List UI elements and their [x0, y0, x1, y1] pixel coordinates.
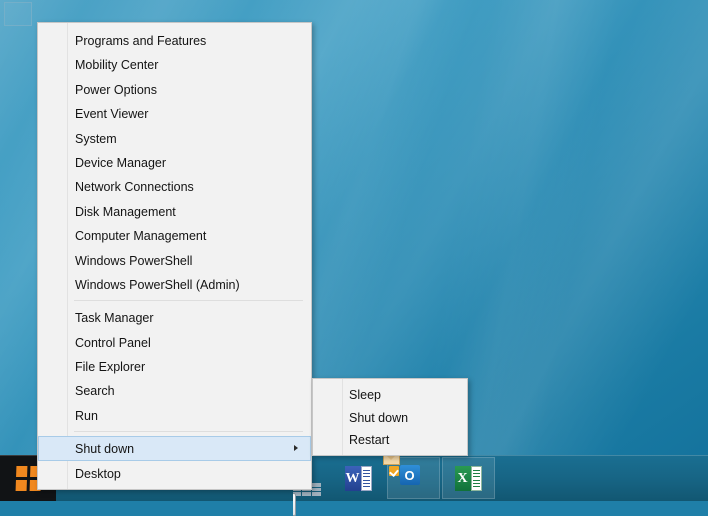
- menu-item-label: Desktop: [75, 466, 121, 481]
- menu-item-windows-powershell-admin[interactable]: Windows PowerShell (Admin): [38, 272, 311, 296]
- menu-item-label: Windows PowerShell (Admin): [75, 277, 240, 292]
- menu-item-label: Event Viewer: [75, 107, 149, 122]
- menu-item-mobility-center[interactable]: Mobility Center: [38, 52, 311, 76]
- menu-item-windows-powershell[interactable]: Windows PowerShell: [38, 248, 311, 272]
- submenu-item-label: Sleep: [349, 388, 381, 402]
- menu-item-programs-and-features[interactable]: Programs and Features: [38, 28, 311, 52]
- menu-item-system[interactable]: System: [38, 126, 311, 150]
- submenu-item-label: Shut down: [349, 410, 409, 425]
- menu-item-desktop[interactable]: Desktop: [38, 461, 311, 485]
- menu-item-label: Windows PowerShell: [75, 253, 193, 268]
- power-user-menu[interactable]: Programs and Features Mobility Center Po…: [37, 22, 312, 491]
- menu-item-power-options[interactable]: Power Options: [38, 77, 311, 101]
- submenu-item-label: Restart: [349, 433, 390, 447]
- menu-item-label: Device Manager: [75, 155, 167, 170]
- menu-item-label: Shut down: [75, 442, 135, 457]
- menu-item-shut-down[interactable]: Shut down: [38, 436, 311, 461]
- menu-item-control-panel[interactable]: Control Panel: [38, 330, 311, 354]
- menu-item-label: Programs and Features: [75, 34, 207, 48]
- menu-item-label: File Explorer: [75, 360, 146, 375]
- menu-separator: [74, 300, 303, 302]
- menu-item-label: Mobility Center: [75, 58, 159, 73]
- menu-item-search[interactable]: Search: [38, 378, 311, 402]
- desktop-item-outline[interactable]: [4, 2, 32, 26]
- menu-separator: [74, 431, 303, 433]
- menu-item-label: Power Options: [75, 82, 157, 97]
- menu-item-task-manager[interactable]: Task Manager: [38, 305, 311, 329]
- menu-item-label: Search: [75, 384, 115, 399]
- menu-item-label: Run: [75, 408, 98, 423]
- menu-item-label: System: [75, 131, 117, 146]
- word-icon: W: [344, 464, 373, 492]
- menu-item-file-explorer[interactable]: File Explorer: [38, 354, 311, 378]
- submenu-item-sleep[interactable]: Sleep: [313, 384, 467, 407]
- menu-item-label: Control Panel: [75, 335, 151, 350]
- taskbar-excel-button[interactable]: X: [442, 457, 495, 499]
- menu-item-label: Computer Management: [75, 229, 207, 244]
- menu-item-label: Network Connections: [75, 180, 194, 195]
- shut-down-submenu[interactable]: Sleep Shut down Restart: [312, 378, 468, 456]
- excel-icon: X: [454, 464, 483, 492]
- menu-item-label: Disk Management: [75, 204, 176, 219]
- outlook-icon: O: [382, 452, 428, 492]
- submenu-item-restart[interactable]: Restart: [313, 429, 467, 452]
- menu-item-computer-management[interactable]: Computer Management: [38, 223, 311, 247]
- submenu-item-shut-down[interactable]: Shut down: [313, 407, 467, 430]
- taskbar-word-button[interactable]: W: [332, 457, 385, 499]
- chevron-right-icon: [294, 445, 298, 452]
- menu-item-event-viewer[interactable]: Event Viewer: [38, 101, 311, 125]
- menu-item-disk-management[interactable]: Disk Management: [38, 199, 311, 223]
- taskbar-outlook-button[interactable]: O: [382, 452, 440, 499]
- menu-item-label: Task Manager: [75, 311, 154, 326]
- menu-item-network-connections[interactable]: Network Connections: [38, 174, 311, 198]
- menu-item-run[interactable]: Run: [38, 403, 311, 427]
- menu-item-device-manager[interactable]: Device Manager: [38, 150, 311, 174]
